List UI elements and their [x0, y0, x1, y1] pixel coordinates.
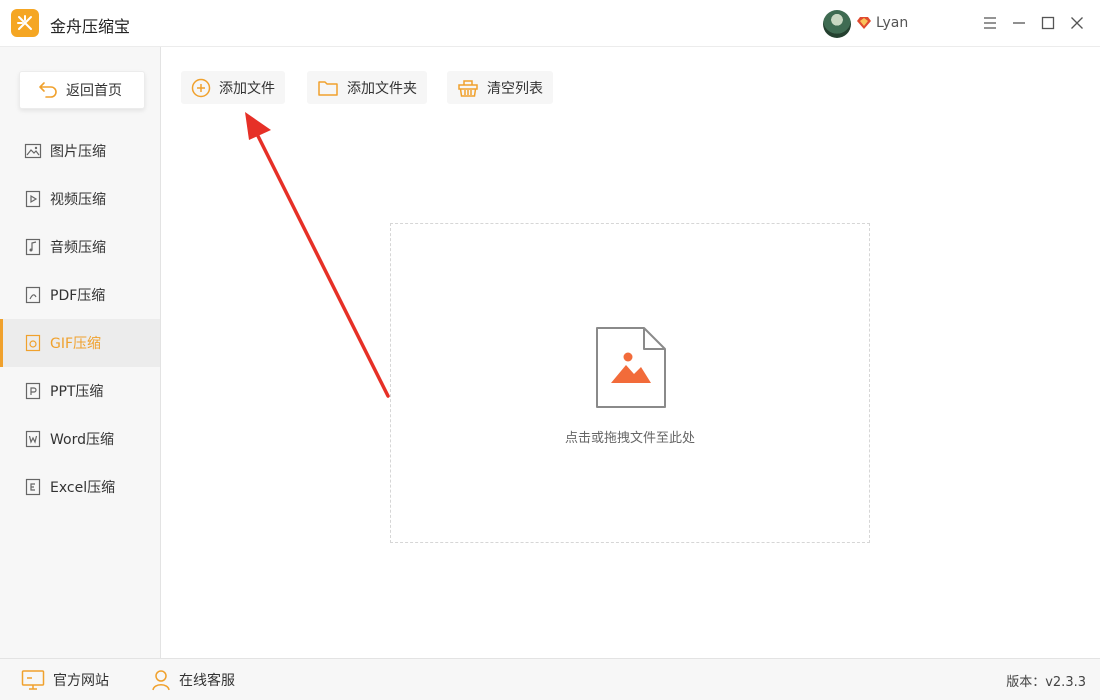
sidebar: 返回首页 图片压缩 视频压缩 音频压缩 PDF压缩 GIF压缩 PPT压缩 Wo…	[0, 47, 161, 658]
folder-icon	[318, 80, 338, 96]
sidebar-item-excel[interactable]: Excel压缩	[0, 463, 160, 511]
version-text: 版本：v2.3.3	[1006, 675, 1086, 690]
sidebar-item-label: GIF压缩	[50, 336, 102, 352]
sidebar-item-label: 视频压缩	[50, 192, 106, 208]
back-arrow-icon	[39, 82, 57, 98]
clear-list-button[interactable]: 清空列表	[447, 71, 553, 104]
clear-list-label: 清空列表	[487, 80, 543, 97]
add-file-button[interactable]: 添加文件	[181, 71, 285, 104]
audio-icon	[25, 238, 41, 256]
file-drop-zone[interactable]: 点击或拖拽文件至此处	[390, 223, 870, 543]
video-icon	[25, 190, 41, 208]
ppt-icon	[25, 382, 41, 400]
sidebar-item-gif[interactable]: GIF压缩	[0, 319, 160, 367]
sidebar-item-label: Word压缩	[50, 432, 114, 448]
user-name[interactable]: Lyan	[876, 15, 908, 31]
sidebar-item-word[interactable]: Word压缩	[0, 415, 160, 463]
back-home-button[interactable]: 返回首页	[19, 71, 145, 109]
sidebar-item-pdf[interactable]: PDF压缩	[0, 271, 160, 319]
vip-diamond-icon	[857, 17, 871, 29]
image-icon	[24, 143, 42, 159]
pdf-icon	[25, 286, 41, 304]
drop-hint-text: 点击或拖拽文件至此处	[564, 431, 695, 446]
basket-icon	[458, 79, 478, 97]
annotation-arrow-icon	[245, 112, 390, 398]
menu-icon[interactable]	[979, 12, 1001, 34]
add-folder-label: 添加文件夹	[347, 80, 417, 97]
website-link[interactable]: 官方网站	[21, 669, 109, 691]
sidebar-item-ppt[interactable]: PPT压缩	[0, 367, 160, 415]
add-circle-icon	[191, 78, 211, 97]
sidebar-item-label: 音频压缩	[50, 240, 106, 256]
person-icon	[152, 670, 170, 691]
website-label: 官方网站	[53, 673, 109, 689]
nav-list: 图片压缩 视频压缩 音频压缩 PDF压缩 GIF压缩 PPT压缩 Word压缩	[0, 127, 160, 511]
sidebar-item-label: PPT压缩	[50, 384, 104, 400]
gif-icon	[25, 334, 41, 352]
app-title: 金舟压缩宝	[50, 17, 131, 36]
app-logo-icon	[11, 9, 39, 37]
close-icon[interactable]	[1066, 12, 1088, 34]
sidebar-item-image[interactable]: 图片压缩	[0, 127, 160, 175]
sidebar-item-audio[interactable]: 音频压缩	[0, 223, 160, 271]
add-file-label: 添加文件	[219, 80, 275, 97]
maximize-icon[interactable]	[1037, 12, 1059, 34]
word-icon	[25, 430, 41, 448]
avatar[interactable]	[823, 10, 851, 38]
minimize-icon[interactable]	[1008, 12, 1030, 34]
monitor-icon	[21, 670, 45, 690]
support-link[interactable]: 在线客服	[151, 669, 235, 691]
back-home-label: 返回首页	[66, 83, 122, 99]
sidebar-item-label: Excel压缩	[50, 480, 116, 496]
sidebar-item-video[interactable]: 视频压缩	[0, 175, 160, 223]
title-bar: 金舟压缩宝 Lyan	[0, 0, 1100, 47]
sidebar-item-label: PDF压缩	[50, 288, 106, 304]
support-label: 在线客服	[179, 673, 235, 689]
add-folder-button[interactable]: 添加文件夹	[307, 71, 427, 104]
image-file-icon	[596, 327, 666, 408]
excel-icon	[25, 478, 41, 496]
status-bar: 官方网站 在线客服 版本：v2.3.3	[0, 658, 1100, 700]
sidebar-item-label: 图片压缩	[50, 144, 106, 160]
